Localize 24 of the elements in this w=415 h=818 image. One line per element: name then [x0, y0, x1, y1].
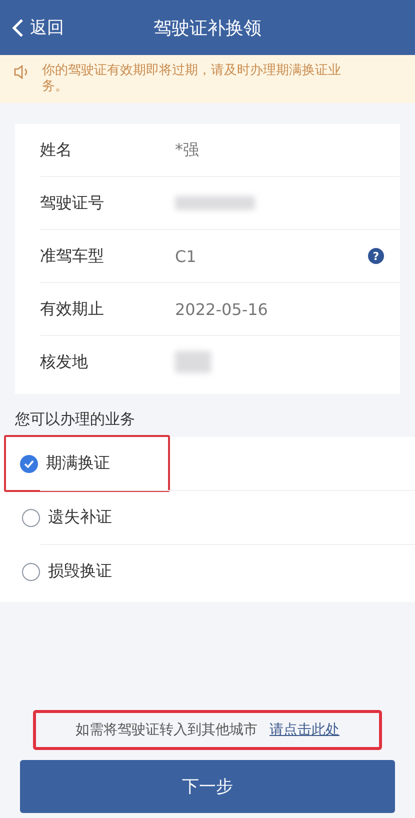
- field-label: 姓名: [40, 140, 73, 160]
- radio-button[interactable]: [22, 562, 40, 580]
- check-icon: [24, 460, 34, 468]
- service-option[interactable]: 期满换证: [4, 435, 170, 492]
- service-option[interactable]: 损毁换证: [0, 545, 124, 598]
- field-label: 驾驶证号: [40, 192, 105, 214]
- transfer-link[interactable]: 请点击此处: [270, 721, 340, 739]
- service-option[interactable]: 遗失补证: [0, 491, 124, 544]
- page-title: 驾驶证补换领: [152, 16, 262, 40]
- expiry-notice: 你的驾驶证有效期即将过期，请及时办理期满换证业务。: [42, 63, 342, 95]
- help-icon[interactable]: ?: [368, 248, 384, 264]
- field-value: *强: [175, 140, 200, 160]
- speaker-icon: [14, 64, 30, 80]
- field-label: 有效期止: [40, 298, 105, 320]
- transfer-hint: 如需将驾驶证转入到其他城市: [76, 721, 258, 739]
- field-value: 2022-05-16: [175, 300, 269, 318]
- section-title: 您可以办理的业务: [14, 409, 136, 430]
- field-label: 核发地: [40, 352, 89, 372]
- field-value: C1: [175, 246, 198, 266]
- radio-button[interactable]: [22, 508, 40, 526]
- field-label: 准驾车型: [40, 246, 105, 266]
- next-button[interactable]: 下一步: [20, 760, 395, 813]
- back-button[interactable]: 返回: [8, 12, 68, 43]
- radio-button[interactable]: [20, 454, 38, 472]
